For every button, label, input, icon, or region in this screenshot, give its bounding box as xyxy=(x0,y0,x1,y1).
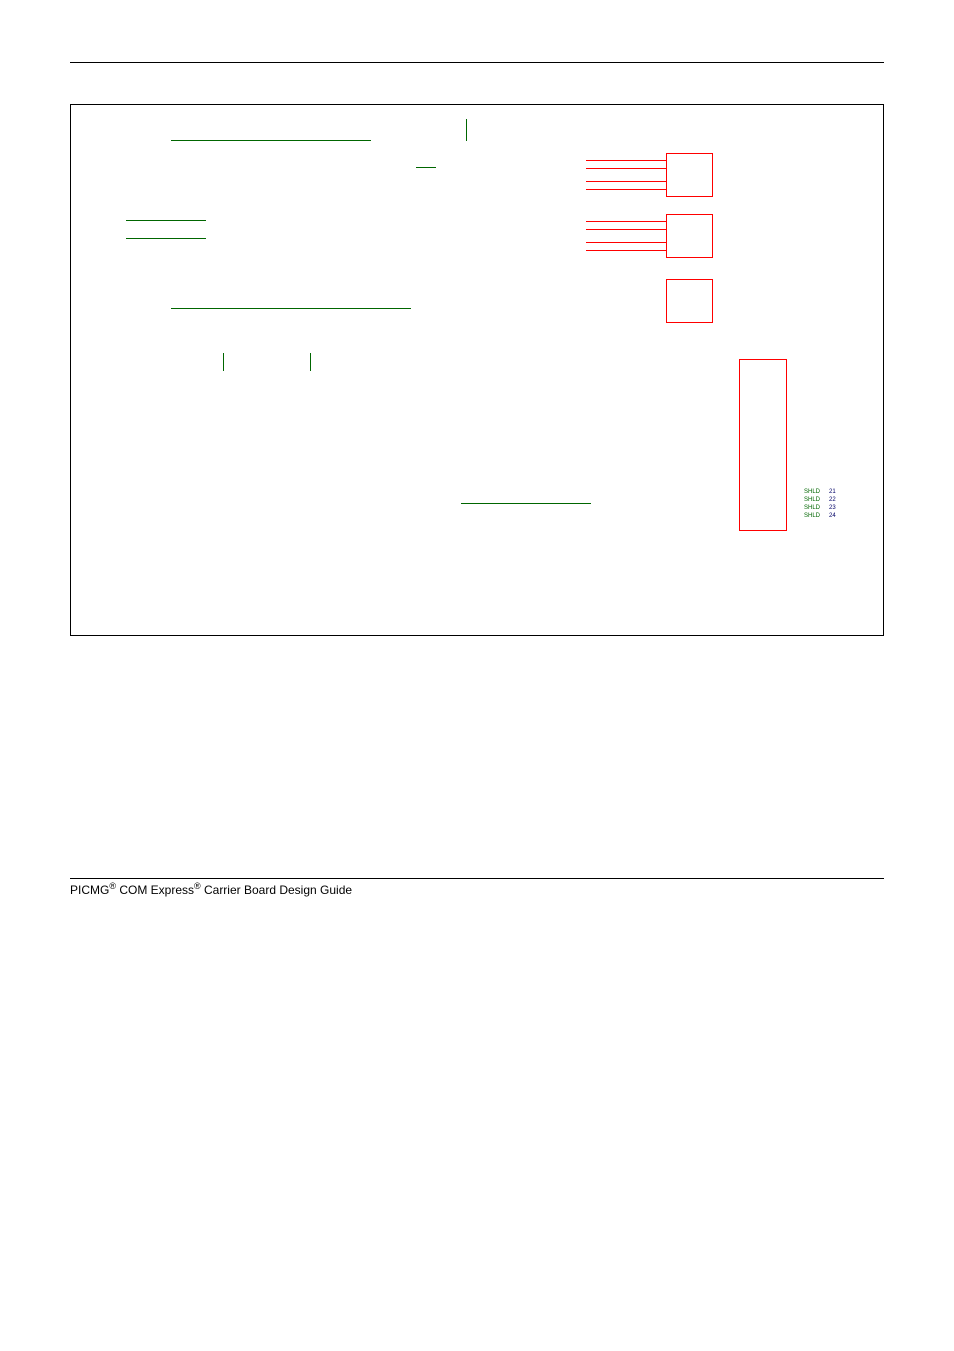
wire xyxy=(171,308,411,309)
page-footer: PICMG® COM Express® Carrier Board Design… xyxy=(70,878,884,897)
wire xyxy=(126,220,206,221)
wire xyxy=(586,168,666,169)
box-d9 xyxy=(666,279,713,323)
wire xyxy=(586,160,666,161)
box-d7 xyxy=(666,153,713,197)
section-heading xyxy=(70,660,884,678)
box-x21 xyxy=(739,359,787,531)
shld-4: SHLD xyxy=(804,513,820,519)
shld-n4: 24 xyxy=(829,513,836,519)
shld-3: SHLD xyxy=(804,505,820,511)
wire xyxy=(171,140,371,141)
wire xyxy=(586,242,666,243)
wire xyxy=(461,503,591,504)
footer-left: PICMG® COM Express® Carrier Board Design… xyxy=(70,881,352,897)
figure-caption xyxy=(70,85,884,102)
schematic-figure: SHLD SHLD SHLD SHLD 21 22 23 24 xyxy=(70,104,884,636)
wire xyxy=(586,221,666,222)
wire xyxy=(126,238,206,239)
shld-n3: 23 xyxy=(829,505,836,511)
header-rule xyxy=(70,62,884,63)
shld-n2: 22 xyxy=(829,497,836,503)
wire xyxy=(586,181,666,182)
page-header xyxy=(70,0,884,62)
wire xyxy=(586,189,666,190)
wire xyxy=(586,250,666,251)
wire xyxy=(310,353,311,371)
wire xyxy=(466,119,467,141)
wire xyxy=(416,167,436,168)
shld-n1: 21 xyxy=(829,489,836,495)
shld-2: SHLD xyxy=(804,497,820,503)
wire xyxy=(586,229,666,230)
shld-1: SHLD xyxy=(804,489,820,495)
wire xyxy=(223,353,224,371)
box-d8 xyxy=(666,214,713,258)
